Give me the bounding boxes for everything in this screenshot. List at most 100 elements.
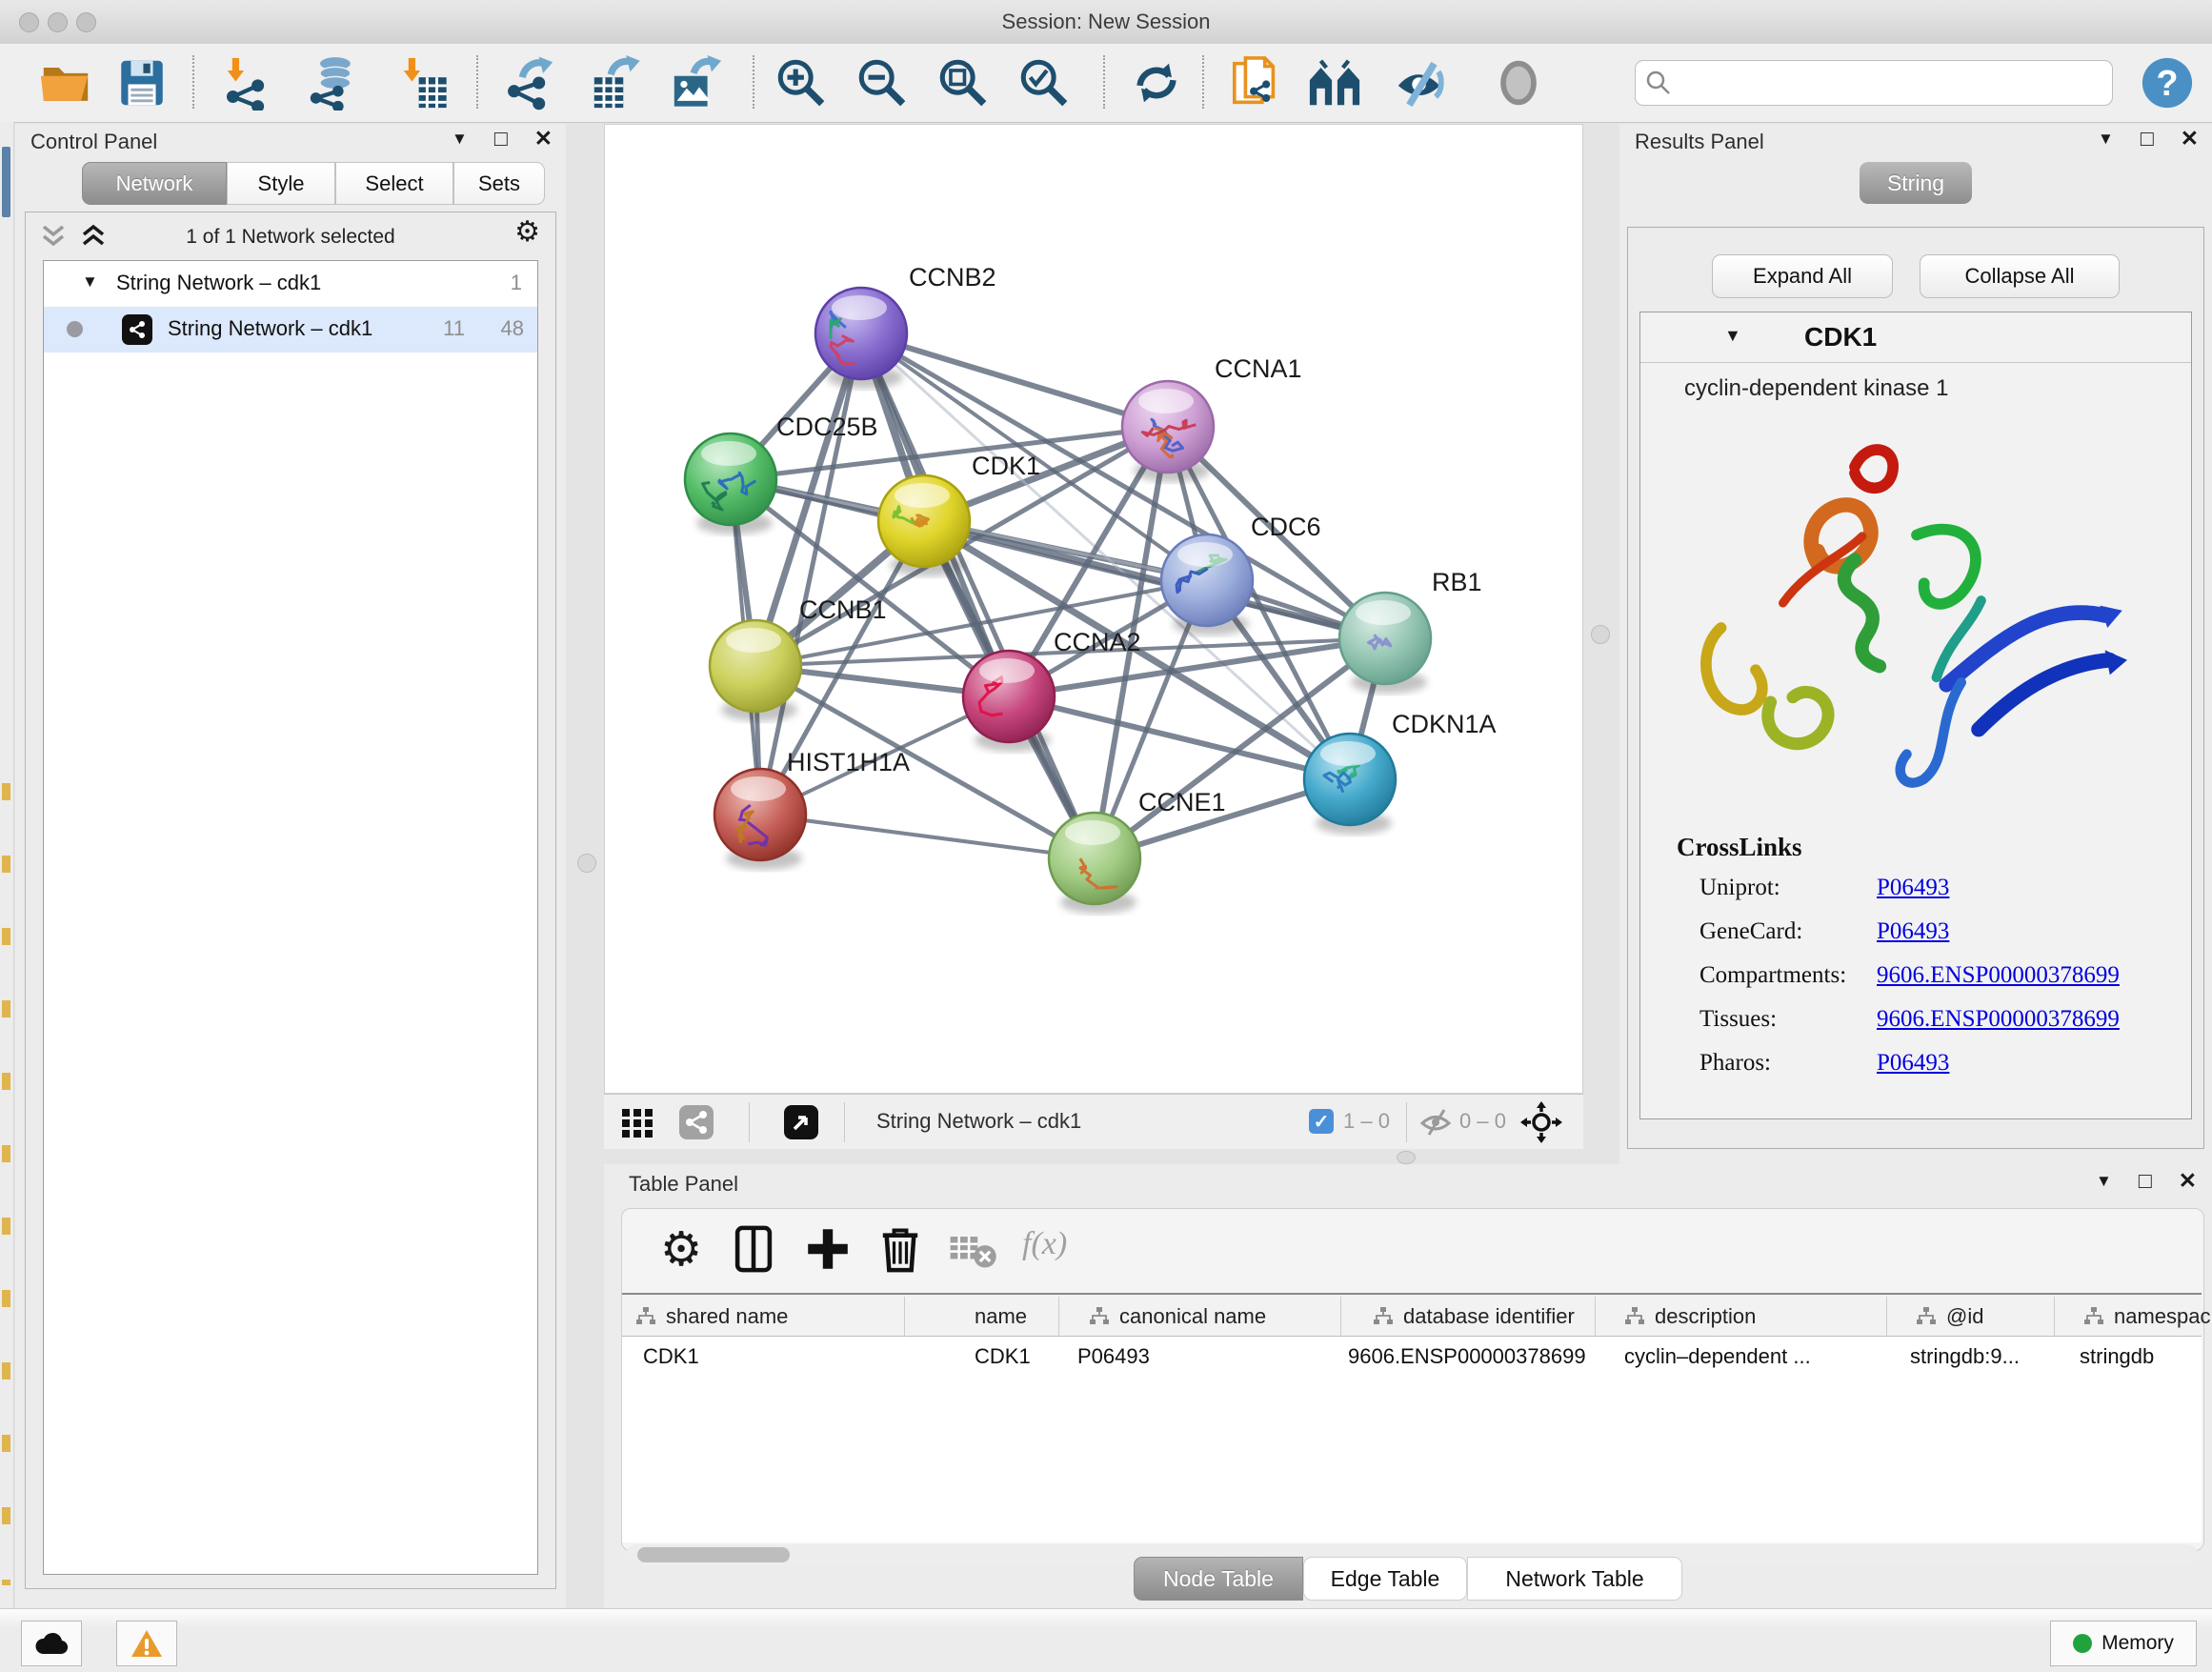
collection-label: String Network – cdk1	[116, 271, 321, 295]
import-table-icon[interactable]	[395, 55, 451, 111]
protein-structure-image	[1669, 415, 2164, 816]
float-panel-icon[interactable]: □	[2141, 128, 2154, 150]
search-field[interactable]	[1681, 65, 2104, 101]
left-splitter-handle[interactable]	[577, 854, 596, 873]
tab-network[interactable]: Network	[82, 162, 227, 205]
network-options-gear-icon[interactable]: ⚙	[514, 218, 540, 247]
pan-crosshair-icon[interactable]	[1520, 1101, 1562, 1148]
collapse-all-button[interactable]: Collapse All	[1920, 254, 2120, 298]
refresh-layout-icon[interactable]	[1129, 55, 1184, 111]
crosslink-link[interactable]: P06493	[1877, 875, 1949, 901]
delete-table-icon[interactable]	[948, 1224, 997, 1274]
tab-select[interactable]: Select	[335, 162, 453, 205]
column-header-canonical-name[interactable]: canonical name	[1089, 1300, 1266, 1333]
selected-checkbox[interactable]: ✓	[1309, 1109, 1334, 1134]
first-neighbors-icon[interactable]	[1307, 55, 1362, 111]
table-row[interactable]: CDK1 CDK1 P06493 9606.ENSP00000378699 cy…	[622, 1337, 2202, 1380]
network-current-dot	[67, 321, 83, 337]
network-edge[interactable]	[861, 333, 1168, 427]
hidden-counts: 0 – 0	[1459, 1109, 1506, 1134]
float-panel-icon[interactable]: □	[494, 128, 508, 150]
toolbar-separator	[1202, 55, 1204, 109]
collapse-panel-icon[interactable]: ▼	[2096, 1173, 2112, 1189]
crosslink-link[interactable]: 9606.ENSP00000378699	[1877, 1006, 2120, 1033]
network-edge[interactable]	[760, 815, 1095, 858]
export-table-icon[interactable]	[589, 55, 644, 111]
import-network-database-icon[interactable]	[305, 55, 360, 111]
delete-column-icon[interactable]	[875, 1224, 925, 1274]
import-network-file-icon[interactable]	[219, 55, 274, 111]
warning-button[interactable]	[116, 1621, 177, 1666]
column-header-description[interactable]: description	[1624, 1300, 1756, 1333]
node-label-CDKN1A: CDKN1A	[1392, 710, 1497, 738]
tab-sets[interactable]: Sets	[453, 162, 545, 205]
control-panel: Control Panel ▼ □ ✕ Network Style Select…	[15, 124, 566, 1608]
clone-network-icon[interactable]	[1229, 55, 1284, 111]
split-view-icon[interactable]	[729, 1224, 778, 1274]
export-image-icon[interactable]	[669, 55, 724, 111]
help-icon[interactable]: ?	[2140, 55, 2195, 111]
search-input[interactable]	[1635, 60, 2113, 106]
results-content-box: Expand All Collapse All ▼ CDK1 cyclin-de…	[1627, 227, 2204, 1149]
svg-text:⚙: ⚙	[660, 1224, 702, 1274]
collection-expander-icon[interactable]: ▼	[82, 272, 98, 292]
gene-section-header[interactable]: ▼ CDK1	[1640, 312, 2191, 363]
column-header-id[interactable]: @id	[1916, 1300, 1983, 1333]
column-header-namespace[interactable]: namespac	[2083, 1300, 2211, 1333]
right-splitter-handle[interactable]	[1591, 625, 1610, 644]
tab-network-table[interactable]: Network Table	[1467, 1557, 1682, 1601]
zoom-out-icon[interactable]	[855, 55, 910, 111]
tab-string[interactable]: String	[1860, 162, 1972, 204]
hidden-eye-icon[interactable]	[1419, 1108, 1452, 1141]
share-network-icon[interactable]	[678, 1104, 714, 1145]
show-all-icon[interactable]	[1491, 55, 1546, 111]
expand-all-button[interactable]: Expand All	[1712, 254, 1893, 298]
close-panel-icon[interactable]: ✕	[2179, 1170, 2197, 1192]
node-label-CCNA1: CCNA1	[1215, 354, 1302, 383]
network-node-count: 11	[443, 316, 465, 341]
toolbar-separator	[1103, 55, 1105, 109]
save-session-icon[interactable]	[114, 55, 170, 111]
collapse-panel-icon[interactable]: ▼	[452, 131, 468, 147]
cloud-button[interactable]	[21, 1621, 82, 1666]
tab-edge-table[interactable]: Edge Table	[1303, 1557, 1467, 1601]
export-network-icon[interactable]	[503, 55, 558, 111]
scrollbar-thumb[interactable]	[637, 1547, 790, 1562]
crosslink-label: Tissues:	[1699, 1006, 1777, 1033]
network-row-selected[interactable]: String Network – cdk1 11 48	[44, 307, 537, 353]
hide-selected-icon[interactable]	[1393, 55, 1448, 111]
close-panel-icon[interactable]: ✕	[2181, 128, 2199, 150]
column-header-database-identifier[interactable]: database identifier	[1373, 1300, 1575, 1333]
crosslink-link[interactable]: 9606.ENSP00000378699	[1877, 962, 2120, 989]
zoom-in-icon[interactable]	[774, 55, 829, 111]
memory-button[interactable]: Memory	[2050, 1621, 2197, 1666]
crosslink-link[interactable]: P06493	[1877, 1050, 1949, 1077]
float-panel-icon[interactable]: □	[2139, 1170, 2152, 1192]
tab-style[interactable]: Style	[227, 162, 335, 205]
column-header-shared-name[interactable]: shared name	[635, 1300, 788, 1333]
birdseye-icon[interactable]	[783, 1104, 819, 1145]
crosslinks-heading: CrossLinks	[1677, 833, 1802, 862]
network-collection-row[interactable]: ▼ String Network – cdk1 1	[44, 261, 537, 307]
crosslink-link[interactable]: P06493	[1877, 918, 1949, 945]
left-edge-artifact	[0, 122, 14, 1608]
network-canvas[interactable]: CCNB2CCNA1CDC25BCDK1CDC6RB1CCNB1CCNA2CDK…	[604, 124, 1583, 1094]
close-panel-icon[interactable]: ✕	[534, 128, 553, 150]
grid-view-icon[interactable]	[621, 1106, 654, 1143]
open-session-icon[interactable]	[38, 55, 93, 111]
network-edge[interactable]	[760, 333, 861, 815]
zoom-selected-icon[interactable]	[1016, 55, 1072, 111]
zoom-fit-icon[interactable]	[935, 55, 991, 111]
footer-separator	[844, 1102, 845, 1142]
node-label-CCNA2: CCNA2	[1054, 628, 1141, 656]
bottom-splitter-handle[interactable]	[1397, 1151, 1416, 1164]
table-settings-gear-icon[interactable]: ⚙	[656, 1224, 706, 1274]
add-column-icon[interactable]	[803, 1224, 853, 1274]
section-expander-icon[interactable]: ▼	[1724, 326, 1741, 346]
tab-node-table[interactable]: Node Table	[1134, 1557, 1303, 1601]
collapse-panel-icon[interactable]: ▼	[2098, 131, 2114, 147]
cloud-icon	[34, 1631, 69, 1656]
selected-counts: 1 – 0	[1343, 1109, 1390, 1134]
column-header-name[interactable]: name	[975, 1300, 1027, 1333]
network-edge[interactable]	[861, 333, 1095, 858]
